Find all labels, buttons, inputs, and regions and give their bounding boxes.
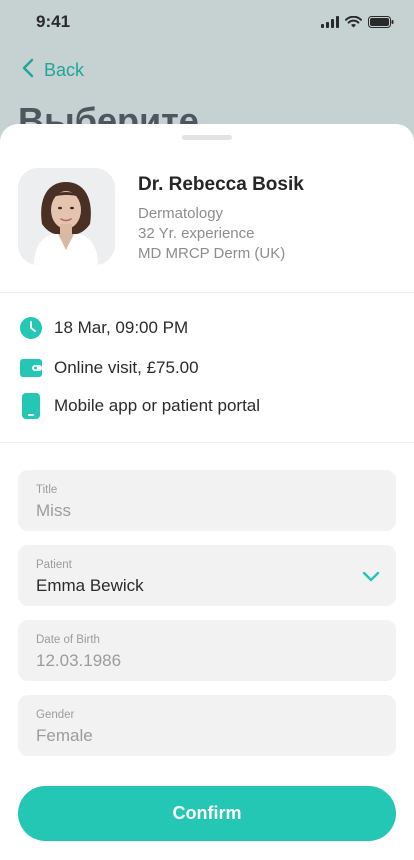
appointment-datetime-row: 18 Mar, 09:00 PM	[20, 317, 188, 339]
gender-field-label: Gender	[36, 709, 75, 721]
doctor-experience: 32 Yr. experience	[138, 225, 255, 242]
mobile-phone-icon	[20, 393, 42, 419]
patient-select-label: Patient	[36, 559, 72, 571]
signal-icon	[321, 15, 339, 33]
divider	[0, 442, 414, 443]
date-of-birth-value: 12.03.1986	[36, 651, 122, 670]
title-field[interactable]: Title Miss	[18, 470, 396, 531]
status-bar: 9:41	[0, 0, 414, 44]
clock-icon	[20, 317, 42, 339]
doctor-name: Dr. Rebecca Bosik	[138, 174, 304, 195]
doctor-card: Dr. Rebecca Bosik Dermatology 32 Yr. exp…	[18, 168, 396, 266]
gender-field[interactable]: Gender Female	[18, 695, 396, 756]
chevron-down-icon[interactable]	[362, 569, 380, 587]
date-of-birth-label: Date of Birth	[36, 634, 100, 646]
visit-channel: Mobile app or patient portal	[54, 396, 261, 415]
confirm-button[interactable]: Confirm	[18, 786, 396, 841]
wifi-icon	[345, 15, 362, 33]
visit-type: Online visit, £75.00	[54, 358, 199, 377]
chevron-left-icon	[22, 58, 34, 83]
title-field-label: Title	[36, 484, 58, 496]
divider	[0, 292, 414, 293]
back-label: Back	[44, 60, 85, 80]
visit-channel-row: Mobile app or patient portal	[20, 393, 261, 419]
booking-sheet: Dr. Rebecca Bosik Dermatology 32 Yr. exp…	[0, 124, 414, 860]
visit-type-row: Online visit, £75.00	[20, 357, 199, 379]
patient-select[interactable]: Patient Emma Bewick	[18, 545, 396, 606]
title-field-value: Miss	[36, 501, 71, 520]
status-time: 9:41	[36, 12, 71, 31]
patient-select-value: Emma Bewick	[36, 576, 144, 595]
doctor-avatar	[18, 168, 115, 265]
date-of-birth-field[interactable]: Date of Birth 12.03.1986	[18, 620, 396, 681]
gender-field-value: Female	[36, 726, 93, 745]
back-button[interactable]: Back	[22, 58, 84, 83]
battery-icon	[368, 15, 394, 33]
doctor-credentials: MD MRCP Derm (UK)	[138, 245, 286, 262]
doctor-specialty: Dermatology	[138, 205, 224, 222]
appointment-datetime: 18 Mar, 09:00 PM	[54, 318, 189, 337]
status-icons	[321, 15, 394, 33]
wallet-icon	[20, 357, 42, 379]
sheet-grabber[interactable]	[182, 135, 232, 140]
